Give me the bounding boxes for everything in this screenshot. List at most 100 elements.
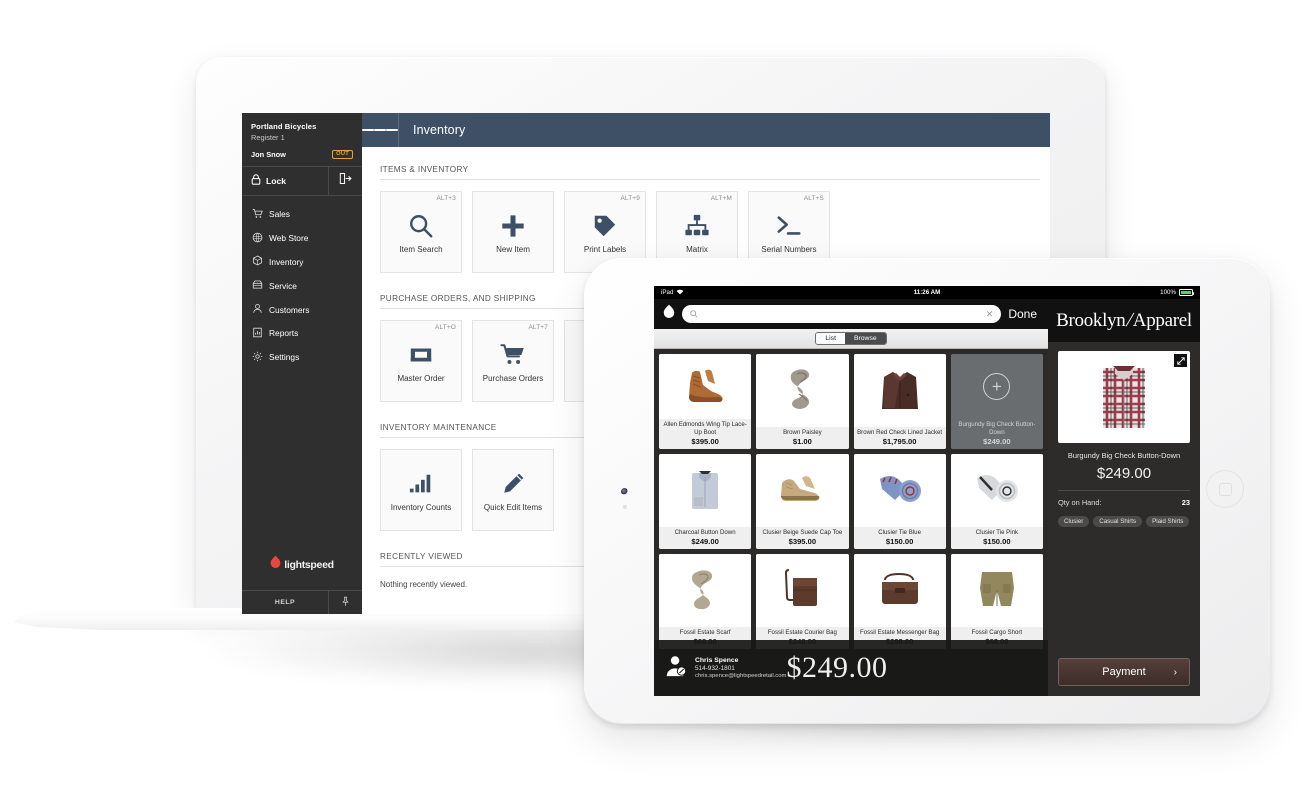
sidebar-item-label: Inventory (269, 256, 304, 267)
sidebar-item-label: Customers (269, 304, 310, 315)
product-price: $1,795.00 (882, 437, 917, 446)
view-toggle-bar: List Browse (654, 329, 1048, 349)
user-name: Jon Snow (251, 149, 286, 159)
sidebar-store-block: Portland Bicycles Register 1 Jon Snow OU… (242, 113, 362, 166)
hamburger-icon[interactable] (362, 127, 398, 133)
product-card[interactable]: Fossil Cargo Short $68.00 (950, 554, 1043, 649)
tile-item-search[interactable]: ALT+3 Item Search (380, 191, 462, 273)
tag-clusier[interactable]: Clusier (1058, 516, 1090, 528)
done-button[interactable]: Done (1008, 307, 1039, 321)
sidebar-item-sales[interactable]: Sales (242, 203, 362, 227)
tile-shortcut: ALT+7 (528, 324, 548, 331)
toggle-option-browse[interactable]: Browse (844, 333, 886, 344)
detail-product-price: $249.00 (1096, 465, 1152, 482)
product-price: $150.00 (983, 537, 1011, 546)
view-toggle[interactable]: List Browse (815, 332, 887, 345)
clock-out-badge[interactable]: OUT (332, 149, 353, 159)
hierarchy-icon (684, 211, 710, 241)
product-image-bag-tall (756, 554, 849, 627)
lock-row: Lock (242, 165, 362, 196)
product-card[interactable]: Brown Red Check Lined Jacket $1,795.00 (853, 354, 946, 449)
sidebar-item-service[interactable]: Service (242, 274, 362, 298)
battery-full-icon (1179, 289, 1195, 296)
product-image-shorts (950, 554, 1043, 627)
tile-label: Inventory Counts (390, 503, 452, 512)
plus-icon (500, 211, 526, 241)
product-card[interactable]: Fossil Estate Messenger Bag $298.00 (853, 554, 946, 649)
product-detail: Burgundy Big Check Button-Down $249.00 Q… (1048, 342, 1200, 658)
tag-casual-shirts[interactable]: Casual Shirts (1093, 516, 1143, 528)
product-name: Fossil Estate Messenger Bag (859, 628, 940, 636)
payment-area: Payment › (1048, 658, 1200, 696)
product-image-shoe-beige (756, 454, 849, 527)
customer-phone: 514-932-1801 (695, 665, 735, 672)
product-card[interactable]: Charcoal Button Down $249.00 (659, 454, 752, 549)
expand-icon[interactable] (1174, 354, 1187, 367)
sign-out-button[interactable] (328, 166, 362, 195)
product-price: $1.00 (792, 437, 812, 446)
help-button[interactable]: HELP (242, 591, 328, 614)
product-name: Clusier Tie Pink (975, 528, 1019, 536)
sidebar-item-reports[interactable]: Reports (242, 321, 362, 345)
tile-shortcut: ALT+3 (436, 195, 456, 202)
product-name: Brown Paisley (783, 428, 822, 436)
product-card[interactable]: Clusier Beige Suede Cap Toe $395.00 (756, 454, 849, 549)
tile-label: Matrix (686, 245, 708, 254)
product-card[interactable]: Brown Paisley $1.00 (756, 354, 849, 449)
product-card[interactable]: Allen Edmonds Wing Tip Lace-Up Boot $395… (659, 354, 752, 449)
ipad-sensor (623, 505, 627, 509)
payment-label: Payment (1102, 666, 1146, 678)
wifi-icon (676, 289, 684, 297)
tile-label: Print Labels (583, 245, 627, 254)
tile-quick-edit-items[interactable]: Quick Edit Items (472, 449, 554, 531)
tile-shortcut: ALT+O (435, 324, 456, 331)
sidebar-item-customers[interactable]: Customers (242, 298, 362, 322)
payment-button[interactable]: Payment › (1058, 658, 1190, 686)
bar-chart-icon (408, 469, 434, 499)
tile-master-order[interactable]: ALT+O Master Order (380, 320, 462, 402)
ipad-home-button[interactable] (1206, 470, 1244, 508)
lock-button[interactable]: Lock (242, 167, 328, 195)
sidebar-item-web-store[interactable]: Web Store (242, 226, 362, 250)
pos-app: iPad 11:26 AM 100% ✕ Done List Browse Al… (654, 286, 1200, 696)
product-name: Fossil Estate Scarf (679, 628, 731, 636)
detail-tags: Clusier Casual Shirts Plaid Shirts (1058, 516, 1190, 528)
sidebar-item-inventory[interactable]: Inventory (242, 250, 362, 274)
product-card[interactable]: Clusier Tie Blue $150.00 (853, 454, 946, 549)
product-card[interactable]: Fossil Estate Scarf $68.00 (659, 554, 752, 649)
tile-new-item[interactable]: New Item (472, 191, 554, 273)
clear-icon[interactable]: ✕ (986, 309, 994, 320)
tag-plaid-shirts[interactable]: Plaid Shirts (1146, 516, 1190, 528)
tile-purchase-orders[interactable]: ALT+7 Purchase Orders (472, 320, 554, 402)
flame-icon (270, 555, 281, 574)
product-price: $395.00 (788, 537, 817, 546)
cart-icon (252, 208, 263, 221)
sidebar-item-settings[interactable]: Settings (242, 345, 362, 369)
tile-label: Quick Edit Items (483, 503, 543, 512)
tile-inventory-counts[interactable]: Inventory Counts (380, 449, 462, 531)
exit-door-icon (339, 172, 352, 190)
globe-icon (252, 232, 263, 245)
product-image-tie-blue (853, 454, 946, 527)
search-input[interactable]: ✕ (682, 305, 1002, 323)
product-name: Fossil Estate Courier Bag (767, 628, 837, 636)
customer-block[interactable]: Chris Spence 514-932-1801 chris.spence@l… (664, 654, 786, 683)
box-icon (252, 255, 263, 268)
product-name: Clusier Beige Suede Cap Toe (762, 528, 843, 536)
add-item-button[interactable]: + (950, 354, 1043, 420)
pos-left-pane: ✕ Done List Browse Allen Edmonds Wing Ti… (654, 299, 1048, 696)
sidebar-nav: Sales Web Store Inventory Service Custom… (242, 196, 362, 556)
sidebar-item-label: Service (269, 280, 297, 291)
product-card[interactable]: Fossil Estate Courier Bag $248.00 (756, 554, 849, 649)
product-image-scarf-grey (756, 354, 849, 427)
tile-label: Master Order (397, 374, 445, 383)
page-title: Inventory (413, 123, 466, 137)
store-name: Portland Bicycles (251, 122, 317, 131)
pos-body: ✕ Done List Browse Allen Edmonds Wing Ti… (654, 299, 1200, 696)
toggle-option-list[interactable]: List (816, 333, 845, 344)
product-name: Fossil Cargo Short (971, 628, 1023, 636)
product-name: Allen Edmonds Wing Tip Lace-Up Boot (663, 421, 747, 436)
pin-sidebar-button[interactable] (328, 591, 362, 614)
product-card-selected[interactable]: + Burgundy Big Check Button-Down $249.00 (950, 354, 1043, 449)
product-card[interactable]: Clusier Tie Pink $150.00 (950, 454, 1043, 549)
